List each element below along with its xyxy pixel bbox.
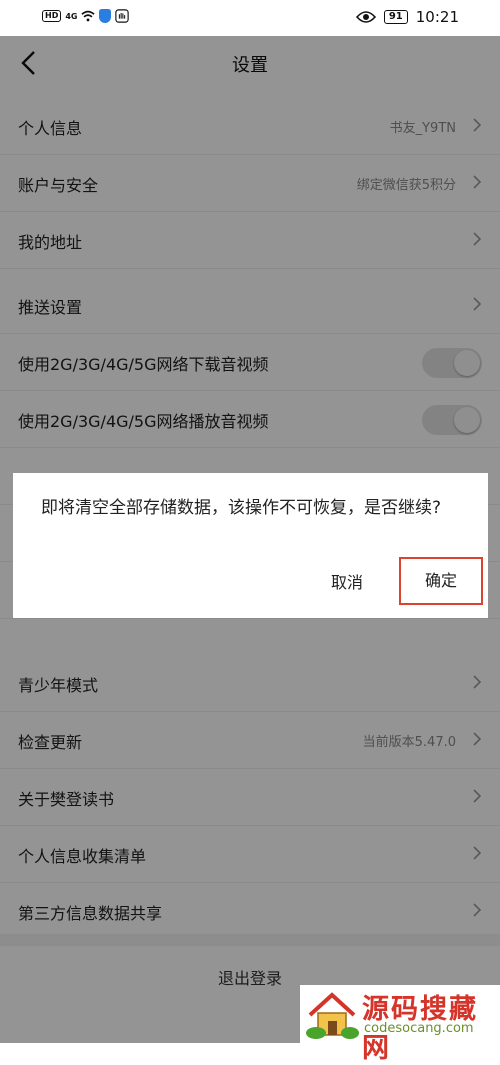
confirm-dialog: 即将清空全部存储数据，该操作不可恢复，是否继续? 取消 确定 — [13, 473, 488, 618]
confirm-button[interactable]: 确定 — [399, 557, 483, 605]
eye-icon — [355, 11, 376, 23]
dialog-message: 即将清空全部存储数据，该操作不可恢复，是否继续? — [41, 498, 442, 518]
status-left-icons: HD 4G — [42, 9, 130, 23]
cancel-button[interactable]: 取消 — [331, 569, 363, 593]
watermark: 源码搜藏网 codesocang.com — [300, 985, 500, 1064]
clock: 10:21 — [415, 8, 459, 26]
watermark-url: codesocang.com — [364, 1021, 474, 1036]
hand-icon — [115, 9, 130, 23]
status-bar: HD 4G 91 10:21 — [0, 0, 500, 36]
hd-badge: HD — [42, 10, 62, 22]
status-right-icons: 91 10:21 — [355, 8, 459, 26]
house-logo-icon — [306, 992, 359, 1039]
battery-indicator: 91 — [383, 10, 408, 24]
wifi-icon — [81, 10, 96, 22]
signal-label: 4G — [65, 11, 78, 21]
shield-icon — [99, 9, 112, 23]
